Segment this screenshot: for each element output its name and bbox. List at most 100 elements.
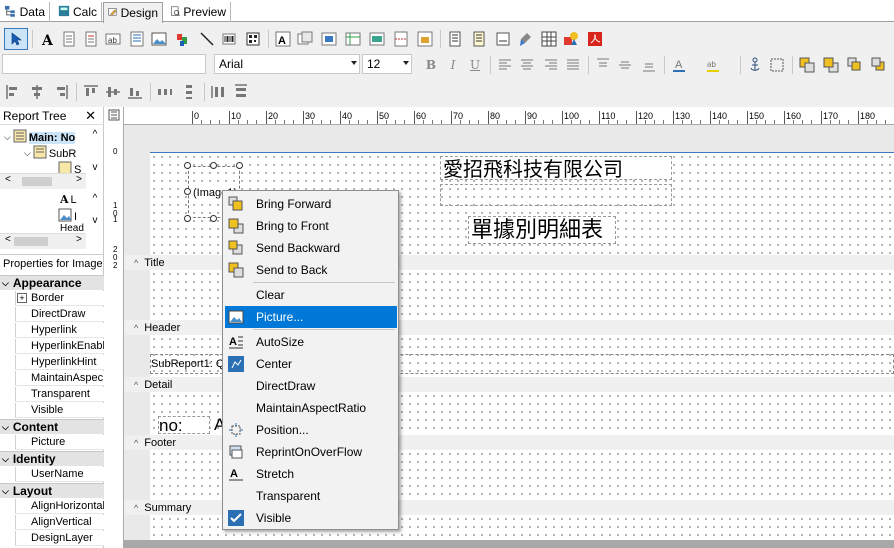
same-height-icon[interactable] [210,83,228,101]
property-row[interactable]: AlignVertical [15,515,104,530]
align-rights-icon[interactable] [52,83,70,101]
menu-item-position[interactable]: Position... [225,419,397,441]
space-vertical-icon[interactable] [180,83,198,101]
memo-field-icon[interactable] [470,30,488,48]
memo-tool-icon[interactable] [60,30,78,48]
menu-item-center[interactable]: Center [225,353,397,375]
property-group-content[interactable]: ⌵ Content [0,419,104,434]
ruler-toggle-icon[interactable] [108,109,120,124]
space-horizontal-icon[interactable] [156,83,174,101]
highlight-color-icon[interactable]: ab [704,56,722,74]
tree-scrollbar-top[interactable]: < > [0,173,86,189]
valign-top-icon[interactable] [594,56,612,74]
data-column-icon[interactable] [446,30,464,48]
subreport-tool-icon[interactable] [320,30,338,48]
document-tool-icon[interactable] [494,30,512,48]
property-row[interactable]: DirectDraw [15,307,104,322]
tree-item-main[interactable]: ⌵ Main: No [4,129,76,146]
menu-item-clear[interactable]: Clear [225,284,397,306]
property-group-identity[interactable]: ⌵ Identity [0,451,104,466]
menu-item-bring-to-front[interactable]: Bring to Front [225,215,397,237]
tree-item-subreport[interactable]: ⌵ SubR [24,145,76,162]
table-tool-icon[interactable] [368,30,386,48]
tab-calc[interactable]: Calc [54,2,102,22]
close-icon[interactable]: ✕ [85,108,96,124]
paint-brush-icon[interactable] [516,30,534,48]
company-name-label[interactable]: 愛招飛科技有限公司 [440,156,672,181]
align-justify-icon[interactable] [564,56,582,74]
dbmemo-tool-icon[interactable] [128,30,146,48]
property-row[interactable]: Transparent [15,387,104,402]
menu-item-send-backward[interactable]: Send Backward [225,237,397,259]
crosstab-tool-icon[interactable] [344,30,362,48]
resize-handle[interactable] [184,188,191,195]
richtext-tool-icon[interactable] [82,30,100,48]
group-tool-icon[interactable] [416,30,434,48]
tree-scrollbar-bottom[interactable]: < > [0,233,86,249]
send-to-back-toolbar-icon[interactable] [822,56,840,74]
align-lefts-icon[interactable] [4,83,22,101]
property-row[interactable]: HyperlinkEnabl [15,339,104,354]
pdf-icon[interactable] [586,30,604,48]
resize-handle[interactable] [184,215,191,222]
sysvar-tool-icon[interactable]: A [274,30,292,48]
bring-forward-toolbar-icon[interactable] [846,56,864,74]
label-tool-icon[interactable]: A [38,30,56,48]
tab-preview[interactable]: Preview [166,2,231,22]
property-row[interactable]: Visible [15,403,104,418]
bring-to-front-toolbar-icon[interactable] [798,56,816,74]
menu-item-send-to-back[interactable]: Send to Back [225,259,397,281]
valign-bottom-icon[interactable] [640,56,658,74]
font-size-select[interactable]: 12 [362,54,412,74]
tree-item-label[interactable]: A L [60,193,77,206]
menu-item-transparent[interactable]: Transparent [225,485,397,507]
detail-no-label[interactable]: no: [158,416,210,434]
page-break-tool-icon[interactable] [392,30,410,48]
property-group-appearance[interactable]: ⌵ Appearance [0,275,104,290]
menu-item-picture[interactable]: Picture... [225,306,397,328]
property-row[interactable]: AlignHorizontal [15,499,104,514]
company-subtitle-label[interactable] [440,184,672,206]
image-tool-icon[interactable] [150,30,168,48]
property-row[interactable]: HyperlinkHint [15,355,104,370]
bold-icon[interactable]: B [422,56,440,74]
report-title-label[interactable]: 單據別明細表 [468,216,616,244]
property-row[interactable]: UserName [15,467,104,482]
property-group-layout[interactable]: ⌵ Layout [0,483,104,498]
style-select[interactable] [2,54,206,74]
expand-plus-icon[interactable]: + [17,293,27,303]
font-name-select[interactable]: Arial [214,54,360,74]
property-row[interactable]: + Border [15,291,104,306]
menu-item-maintainaspectratio[interactable]: MaintainAspectRatio [225,397,397,419]
align-centers-icon[interactable] [28,83,46,101]
anchor-icon[interactable] [746,56,764,74]
qrcode-tool-icon[interactable] [244,30,262,48]
tree-vscroll[interactable]: ^ v [88,129,102,189]
property-row[interactable]: Picture [15,435,104,450]
menu-item-autosize[interactable]: A AutoSize [225,331,397,353]
resize-handle[interactable] [210,215,217,222]
region-tool-icon[interactable] [296,30,314,48]
align-left-icon[interactable] [496,56,514,74]
select-pointer-icon[interactable] [4,28,28,50]
tree-vscroll-2[interactable]: ^ v [88,193,102,243]
align-middles-icon[interactable] [104,83,122,101]
valign-middle-icon[interactable] [616,56,634,74]
resize-handle[interactable] [184,162,191,169]
menu-item-visible[interactable]: Visible [225,507,397,529]
menu-item-directdraw[interactable]: DirectDraw [225,375,397,397]
chart-tool-icon[interactable] [174,30,192,48]
underline-icon[interactable]: U [466,56,484,74]
property-row[interactable]: MaintainAspec [15,371,104,386]
grid-icon[interactable] [540,30,558,48]
property-row[interactable]: Hyperlink [15,323,104,338]
send-backward-toolbar-icon[interactable] [870,56,888,74]
menu-item-bring-forward[interactable]: Bring Forward [225,193,397,215]
resize-handle[interactable] [236,162,243,169]
dbtext-tool-icon[interactable]: ab [104,30,122,48]
font-color-icon[interactable]: A [670,56,688,74]
tab-data[interactable]: Data [0,2,50,22]
align-bottoms-icon[interactable] [126,83,144,101]
line-tool-icon[interactable] [198,30,216,48]
same-width-icon[interactable] [232,83,250,101]
